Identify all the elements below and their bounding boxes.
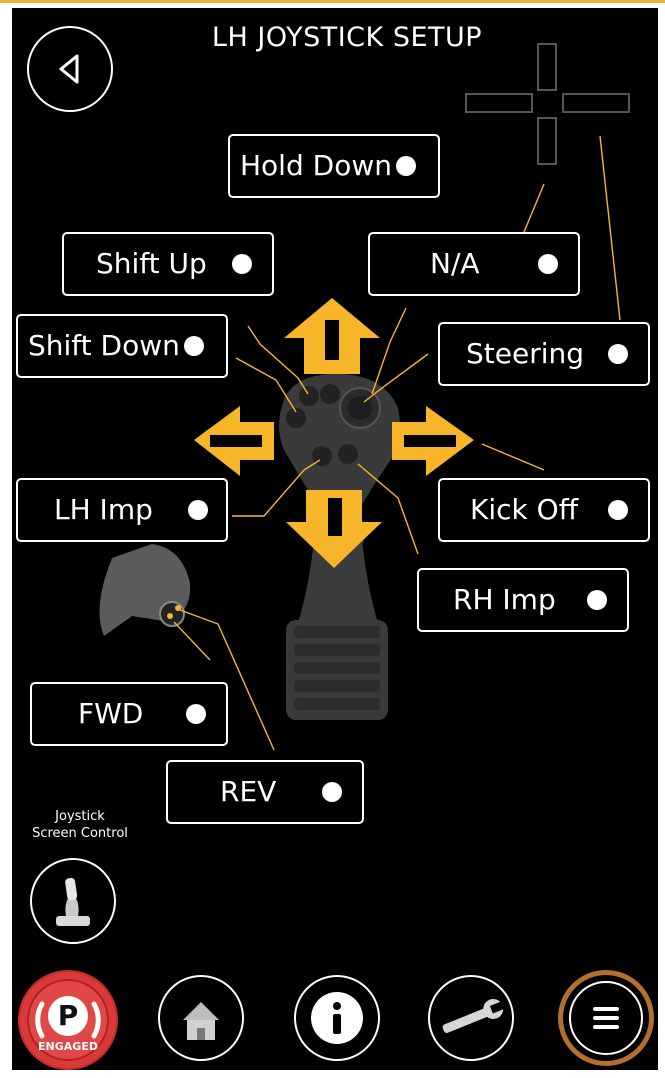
- rh-imp-button[interactable]: RH Imp: [417, 568, 629, 632]
- steering-button[interactable]: Steering: [438, 322, 650, 386]
- back-arrow-icon: [59, 54, 79, 84]
- caption-line-2: Screen Control: [32, 826, 128, 841]
- fwd-button[interactable]: FWD: [30, 682, 228, 746]
- hold-down-indicator: [396, 156, 416, 176]
- joystick-icon: [56, 877, 90, 926]
- shift-down-indicator: [184, 336, 204, 356]
- kick-off-indicator: [608, 500, 628, 520]
- back-button[interactable]: [27, 26, 113, 112]
- rev-button[interactable]: REV: [166, 760, 364, 824]
- dpad-indicator: [465, 43, 630, 165]
- home-button[interactable]: [158, 975, 244, 1061]
- rev-label: REV: [220, 775, 277, 808]
- kick-off-label: Kick Off: [470, 493, 578, 526]
- kick-off-button[interactable]: Kick Off: [438, 478, 650, 542]
- home-icon: [183, 1002, 219, 1040]
- hold-down-button[interactable]: Hold Down: [228, 134, 440, 198]
- na-label: N/A: [430, 247, 480, 280]
- menu-button[interactable]: [558, 970, 654, 1066]
- joystick-setup-screen: LH JOYSTICK SETUP Hold Down Shift Up N/A…: [12, 8, 658, 1070]
- lh-imp-indicator: [188, 500, 208, 520]
- lh-imp-label: LH Imp: [54, 493, 153, 526]
- rh-imp-indicator: [587, 590, 607, 610]
- shift-up-indicator: [232, 254, 252, 274]
- shift-down-button[interactable]: Shift Down: [16, 314, 228, 378]
- tools-button[interactable]: [428, 975, 514, 1061]
- lh-imp-button[interactable]: LH Imp: [16, 478, 228, 542]
- wrench-icon: [442, 999, 505, 1033]
- top-accent-line: [0, 0, 665, 3]
- steering-indicator: [608, 344, 628, 364]
- joystick-screen-control-button[interactable]: [30, 858, 116, 944]
- joystick-screen-control-caption: Joystick Screen Control: [20, 808, 140, 842]
- na-indicator: [538, 254, 558, 274]
- page-title: LH JOYSTICK SETUP: [211, 22, 483, 53]
- fwd-label: FWD: [78, 697, 144, 730]
- hold-down-label: Hold Down: [240, 149, 392, 182]
- shift-up-label: Shift Up: [96, 247, 207, 280]
- park-status-text: ENGAGED: [38, 1040, 98, 1053]
- shift-up-button[interactable]: Shift Up: [62, 232, 274, 296]
- info-button[interactable]: [294, 975, 380, 1061]
- na-button[interactable]: N/A: [368, 232, 580, 296]
- info-icon: [311, 992, 363, 1044]
- caption-line-1: Joystick: [55, 809, 105, 824]
- park-letter: P: [57, 999, 79, 1032]
- armrest-thumb-buttons: [99, 544, 191, 636]
- rh-imp-label: RH Imp: [453, 583, 556, 616]
- shift-down-label: Shift Down: [28, 329, 180, 362]
- steering-label: Steering: [466, 337, 585, 370]
- fwd-indicator: [186, 704, 206, 724]
- rev-indicator: [322, 782, 342, 802]
- parking-brake-button[interactable]: P ENGAGED: [18, 970, 118, 1070]
- menu-icon: [593, 1007, 619, 1029]
